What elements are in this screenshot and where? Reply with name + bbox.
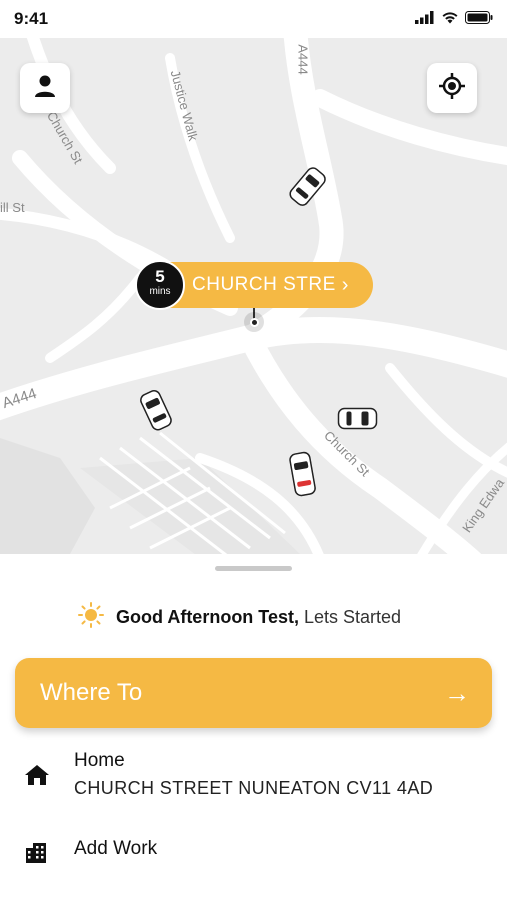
drag-handle[interactable] <box>215 566 292 571</box>
where-to-label: Where To <box>40 679 143 706</box>
signal-icon <box>415 11 435 29</box>
arrow-right-icon: → <box>444 677 470 708</box>
eta-value: 5 <box>155 267 165 286</box>
add-work-text: Add Work <box>74 838 157 860</box>
crosshair-icon <box>438 72 466 105</box>
chevron-right-icon: › <box>341 273 349 296</box>
eta-unit: mins <box>149 286 171 297</box>
sun-icon <box>78 602 104 633</box>
person-icon <box>34 74 56 103</box>
greeting-bold: Good Afternoon Test, <box>116 607 299 627</box>
bottom-sheet: Good Afternoon Test, Lets Started Where … <box>0 554 507 900</box>
pickup-location-text: CHURCH STRE <box>192 274 336 295</box>
street-label-a444-top: A444 <box>295 44 311 75</box>
pickup-pin-icon <box>244 312 264 332</box>
saved-place-home[interactable]: Home CHURCH STREET NUNEATON CV11 4AD <box>0 750 507 810</box>
car-icon <box>333 407 378 430</box>
locate-me-button[interactable] <box>427 63 477 113</box>
where-to-button[interactable]: Where To → <box>15 658 492 728</box>
home-text: Home CHURCH STREET NUNEATON CV11 4AD <box>74 750 433 799</box>
add-work-row[interactable]: Add Work <box>0 838 507 878</box>
street-label-ill-st: ill St <box>0 200 25 215</box>
home-icon <box>24 764 50 791</box>
home-address: CHURCH STREET NUNEATON CV11 4AD <box>74 778 434 798</box>
status-time: 9:41 <box>14 9 49 28</box>
status-icons <box>415 11 493 29</box>
greeting-light: Lets Started <box>298 607 402 627</box>
work-building-icon <box>24 840 48 869</box>
status-bar: 9:41 <box>0 0 507 38</box>
greeting: Good Afternoon Test, Lets Started <box>78 602 401 633</box>
eta-badge: 5 mins <box>135 260 185 310</box>
wifi-icon <box>441 11 459 29</box>
home-title: Home <box>74 750 125 771</box>
add-work-title: Add Work <box>74 838 158 859</box>
battery-icon <box>465 11 493 29</box>
map-view[interactable]: Church St Justice Walk A444 ill St A444 … <box>0 38 507 554</box>
profile-button[interactable] <box>20 63 70 113</box>
